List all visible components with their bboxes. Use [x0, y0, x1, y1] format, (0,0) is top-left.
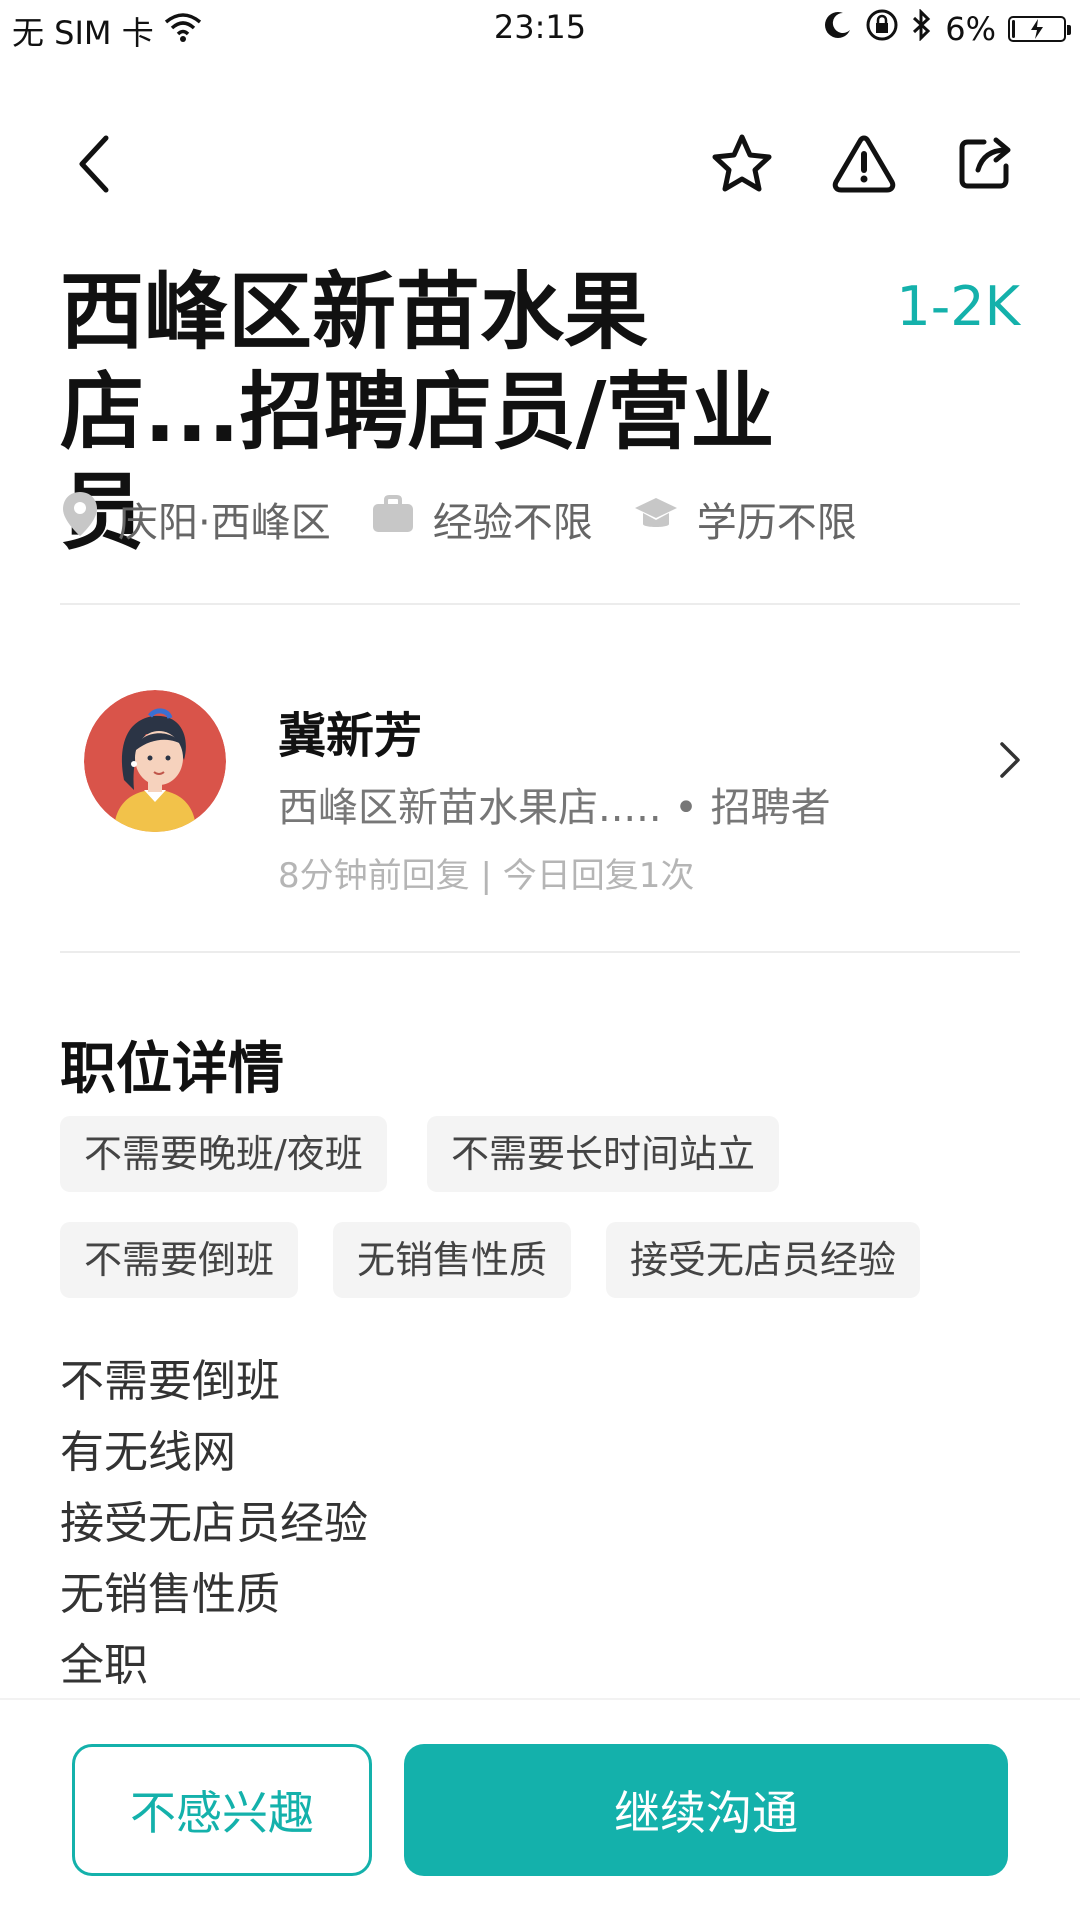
- back-icon[interactable]: [62, 132, 126, 196]
- graduation-cap-icon: [633, 494, 697, 544]
- experience-item: 经验不限: [371, 490, 593, 548]
- share-icon[interactable]: [952, 132, 1016, 196]
- education-text: 学历不限: [696, 500, 857, 546]
- location-item: 庆阳·西峰区: [60, 490, 331, 548]
- rotation-lock-icon: [865, 8, 899, 50]
- battery-icon: [1008, 16, 1071, 42]
- tag: 接受无店员经验: [606, 1222, 921, 1298]
- divider: [60, 603, 1020, 605]
- chevron-right-icon[interactable]: [998, 740, 1022, 784]
- tag: 不需要长时间站立: [427, 1116, 780, 1192]
- continue-chat-button[interactable]: 继续沟通: [404, 1744, 1008, 1876]
- divider: [60, 951, 1020, 953]
- job-description: 不需要倒班 有无线网 接受无店员经验 无销售性质 全职: [60, 1346, 368, 1701]
- experience-text: 经验不限: [432, 500, 593, 546]
- battery-fill: [1012, 20, 1015, 38]
- recruiter-company-role: 西峰区新苗水果店..... • 招聘者: [278, 785, 831, 831]
- location-text: 庆阳·西峰区: [118, 500, 331, 546]
- recruiter-reply-info: 8分钟前回复 | 今日回复1次: [278, 856, 695, 896]
- description-line: 无销售性质: [60, 1569, 280, 1620]
- salary: 1-2K: [896, 275, 1020, 338]
- tag: 不需要晚班/夜班: [60, 1116, 387, 1192]
- description-line: 接受无店员经验: [60, 1498, 368, 1549]
- bluetooth-icon: [911, 8, 933, 49]
- location-pin-icon: [60, 490, 118, 548]
- description-line: 不需要倒班: [60, 1356, 280, 1407]
- alert-icon[interactable]: [832, 132, 896, 196]
- battery-percent: 6%: [945, 10, 996, 48]
- tag: 无销售性质: [333, 1222, 572, 1298]
- section-title: 职位详情: [60, 1037, 284, 1102]
- description-line: 有无线网: [60, 1427, 236, 1478]
- briefcase-icon: [371, 494, 433, 544]
- job-meta: 庆阳·西峰区 经验不限 学历不限: [60, 490, 897, 548]
- education-item: 学历不限: [633, 490, 857, 548]
- tag: 不需要倒班: [60, 1222, 299, 1298]
- recruiter-name: 冀新芳: [278, 708, 423, 764]
- star-icon[interactable]: [710, 132, 774, 196]
- not-interested-button[interactable]: 不感兴趣: [72, 1744, 372, 1876]
- moon-icon: [823, 10, 853, 48]
- status-right: 6%: [823, 8, 1071, 50]
- avatar[interactable]: [84, 690, 226, 832]
- description-line: 全职: [60, 1640, 148, 1691]
- status-bar: 无 SIM 卡 23:15 6%: [0, 0, 1080, 56]
